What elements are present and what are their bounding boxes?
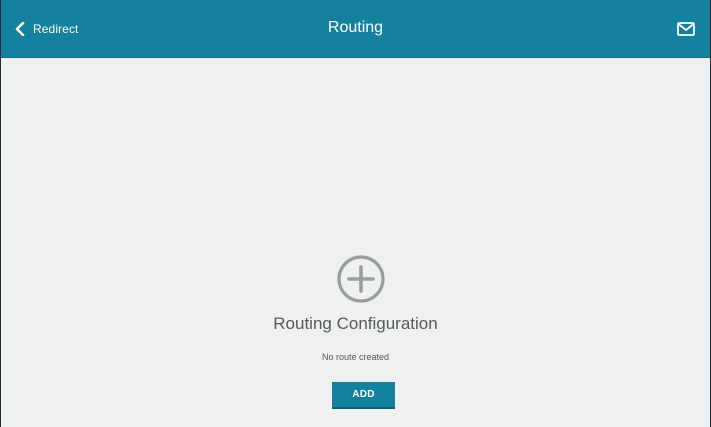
back-button[interactable]: Redirect [15,17,78,41]
routing-configuration-title: Routing Configuration [273,314,438,333]
empty-state: Routing Configuration No route created A… [1,58,710,427]
main-content: Routing Configuration No route created A… [1,58,710,427]
add-route-button[interactable]: ADD [332,382,395,409]
top-bar: Redirect Routing [1,0,710,58]
empty-state-message: No route created [321,352,390,362]
plus-circle-icon[interactable] [335,253,387,305]
envelope-icon [676,20,696,38]
back-button-label: Redirect [33,22,79,36]
notifications-button[interactable] [676,20,696,38]
page-title: Routing [327,19,384,36]
app-window: Redirect Routing Routing Configuration N… [0,0,711,427]
chevron-left-icon [15,22,25,36]
